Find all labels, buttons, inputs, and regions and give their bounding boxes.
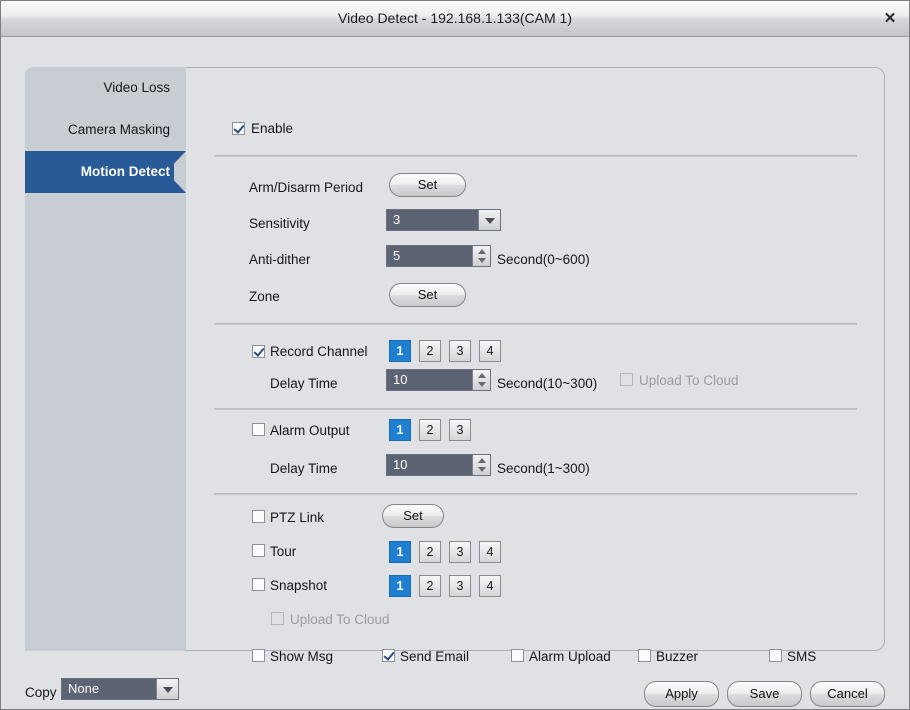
snapshot-channel-2[interactable]: 2 bbox=[419, 575, 441, 597]
copy-value: None bbox=[68, 681, 100, 696]
record-channel-2[interactable]: 2 bbox=[419, 340, 441, 362]
tour-checkbox[interactable] bbox=[252, 544, 265, 557]
tour-channel-3[interactable]: 3 bbox=[449, 541, 471, 563]
chevron-down-icon[interactable] bbox=[478, 210, 500, 230]
spinner-arrows-icon[interactable] bbox=[472, 370, 490, 390]
anti-dither-label: Anti-dither bbox=[249, 252, 311, 267]
enable-checkbox[interactable] bbox=[232, 122, 245, 135]
alarm-output-channel-3[interactable]: 3 bbox=[449, 419, 471, 441]
close-icon[interactable]: ✕ bbox=[879, 9, 901, 29]
record-upload-to-cloud-label: Upload To Cloud bbox=[639, 373, 739, 388]
alarm-output-checkbox[interactable] bbox=[252, 423, 265, 436]
titlebar: Video Detect - 192.168.1.133(CAM 1) ✕ bbox=[1, 1, 909, 37]
record-delay-label: Delay Time bbox=[270, 376, 338, 391]
snapshot-channel-3[interactable]: 3 bbox=[449, 575, 471, 597]
record-upload-to-cloud-checkbox bbox=[620, 373, 633, 386]
alarm-output-label: Alarm Output bbox=[270, 423, 350, 438]
anti-dither-value: 5 bbox=[393, 248, 401, 263]
sensitivity-value: 3 bbox=[393, 212, 401, 227]
record-delay-input[interactable]: 10 bbox=[386, 369, 491, 391]
snapshot-channel-4[interactable]: 4 bbox=[479, 575, 501, 597]
anti-dither-input[interactable]: 5 bbox=[386, 245, 491, 267]
snapshot-upload-to-cloud-label: Upload To Cloud bbox=[290, 612, 390, 627]
sidebar-item-label: Motion Detect bbox=[80, 164, 170, 179]
alarm-delay-input[interactable]: 10 bbox=[386, 454, 491, 476]
tour-channel-4[interactable]: 4 bbox=[479, 541, 501, 563]
divider-3 bbox=[214, 408, 857, 410]
arm-disarm-set-button[interactable]: Set bbox=[389, 173, 466, 197]
footer-bar: Copy None Apply Save Cancel bbox=[1, 657, 909, 709]
record-delay-value: 10 bbox=[393, 372, 408, 387]
snapshot-upload-to-cloud-checkbox bbox=[271, 612, 284, 625]
video-detect-window: Video Detect - 192.168.1.133(CAM 1) ✕ Vi… bbox=[0, 0, 910, 710]
record-channel-4[interactable]: 4 bbox=[479, 340, 501, 362]
alarm-delay-value: 10 bbox=[393, 457, 408, 472]
save-button[interactable]: Save bbox=[727, 681, 802, 707]
selection-notch-icon bbox=[174, 151, 186, 193]
record-channel-3[interactable]: 3 bbox=[449, 340, 471, 362]
divider-4 bbox=[214, 493, 857, 495]
divider-2 bbox=[214, 323, 857, 325]
anti-dither-unit: Second(0~600) bbox=[497, 252, 590, 267]
zone-set-button[interactable]: Set bbox=[389, 283, 466, 307]
window-title: Video Detect - 192.168.1.133(CAM 1) bbox=[338, 10, 572, 26]
apply-button[interactable]: Apply bbox=[644, 681, 719, 707]
alarm-delay-unit: Second(1~300) bbox=[497, 461, 590, 476]
record-channel-1[interactable]: 1 bbox=[389, 340, 411, 362]
sidebar-item-camera-masking[interactable]: Camera Masking bbox=[25, 109, 186, 151]
divider-1 bbox=[214, 155, 857, 157]
arm-disarm-label: Arm/Disarm Period bbox=[249, 180, 364, 195]
enable-label: Enable bbox=[251, 121, 294, 136]
alarm-output-channel-2[interactable]: 2 bbox=[419, 419, 441, 441]
sensitivity-select[interactable]: 3 bbox=[386, 209, 501, 231]
sidebar-item-video-loss[interactable]: Video Loss bbox=[25, 67, 186, 109]
snapshot-checkbox[interactable] bbox=[252, 578, 265, 591]
ptz-link-label: PTZ Link bbox=[270, 510, 325, 525]
alarm-output-channel-1[interactable]: 1 bbox=[389, 419, 411, 441]
copy-select[interactable]: None bbox=[61, 678, 179, 700]
snapshot-label: Snapshot bbox=[270, 578, 328, 593]
tour-label: Tour bbox=[270, 544, 297, 559]
spinner-arrows-icon[interactable] bbox=[472, 455, 490, 475]
sensitivity-label: Sensitivity bbox=[249, 216, 310, 231]
settings-panel: Enable Arm/Disarm Period Set Sensitivity… bbox=[186, 67, 885, 664]
copy-label: Copy bbox=[25, 685, 57, 700]
ptz-link-checkbox[interactable] bbox=[252, 510, 265, 523]
window-body: Video Loss Camera Masking Motion Detect … bbox=[1, 37, 909, 709]
sidebar: Video Loss Camera Masking Motion Detect bbox=[25, 67, 186, 651]
record-channel-checkbox[interactable] bbox=[252, 345, 265, 358]
spinner-arrows-icon[interactable] bbox=[472, 246, 490, 266]
tour-channel-1[interactable]: 1 bbox=[389, 541, 411, 563]
cancel-button[interactable]: Cancel bbox=[810, 681, 885, 707]
record-channel-label: Record Channel bbox=[270, 344, 368, 359]
chevron-down-icon[interactable] bbox=[156, 679, 178, 699]
sidebar-item-label: Video Loss bbox=[103, 80, 170, 95]
snapshot-channel-1[interactable]: 1 bbox=[389, 575, 411, 597]
zone-label: Zone bbox=[249, 289, 280, 304]
tour-channel-2[interactable]: 2 bbox=[419, 541, 441, 563]
ptz-link-set-button[interactable]: Set bbox=[382, 504, 444, 528]
sidebar-item-motion-detect[interactable]: Motion Detect bbox=[25, 151, 186, 193]
record-delay-unit: Second(10~300) bbox=[497, 376, 598, 391]
alarm-delay-label: Delay Time bbox=[270, 461, 338, 476]
sidebar-item-label: Camera Masking bbox=[67, 122, 170, 137]
